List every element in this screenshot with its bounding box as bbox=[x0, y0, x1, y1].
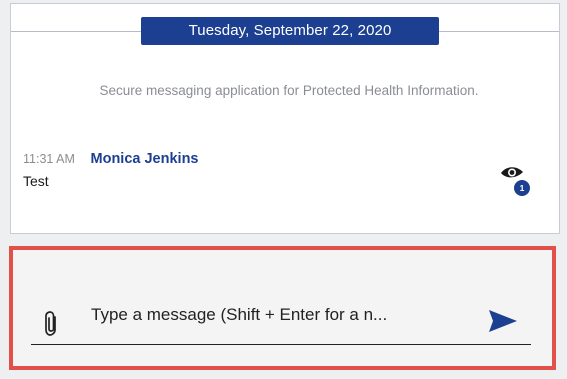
message-header: 11:31 AM Monica Jenkins bbox=[23, 150, 199, 168]
date-divider: Tuesday, September 22, 2020 bbox=[11, 15, 559, 45]
conversation-panel: Tuesday, September 22, 2020 Secure messa… bbox=[10, 3, 560, 234]
read-count-badge: 1 bbox=[514, 180, 530, 196]
send-icon bbox=[489, 310, 517, 332]
paperclip-icon[interactable] bbox=[43, 310, 61, 338]
read-receipt[interactable]: 1 bbox=[497, 162, 537, 202]
send-button[interactable] bbox=[487, 308, 519, 334]
message-input[interactable] bbox=[91, 300, 421, 330]
message-text: Test bbox=[23, 173, 49, 189]
composer-field bbox=[31, 288, 531, 345]
secure-notice: Secure messaging application for Protect… bbox=[99, 83, 479, 98]
date-label: Tuesday, September 22, 2020 bbox=[141, 17, 439, 45]
message-sender[interactable]: Monica Jenkins bbox=[91, 151, 199, 167]
message-time: 11:31 AM bbox=[23, 152, 75, 166]
chat-window: Tuesday, September 22, 2020 Secure messa… bbox=[0, 0, 567, 379]
message-composer bbox=[9, 246, 556, 370]
